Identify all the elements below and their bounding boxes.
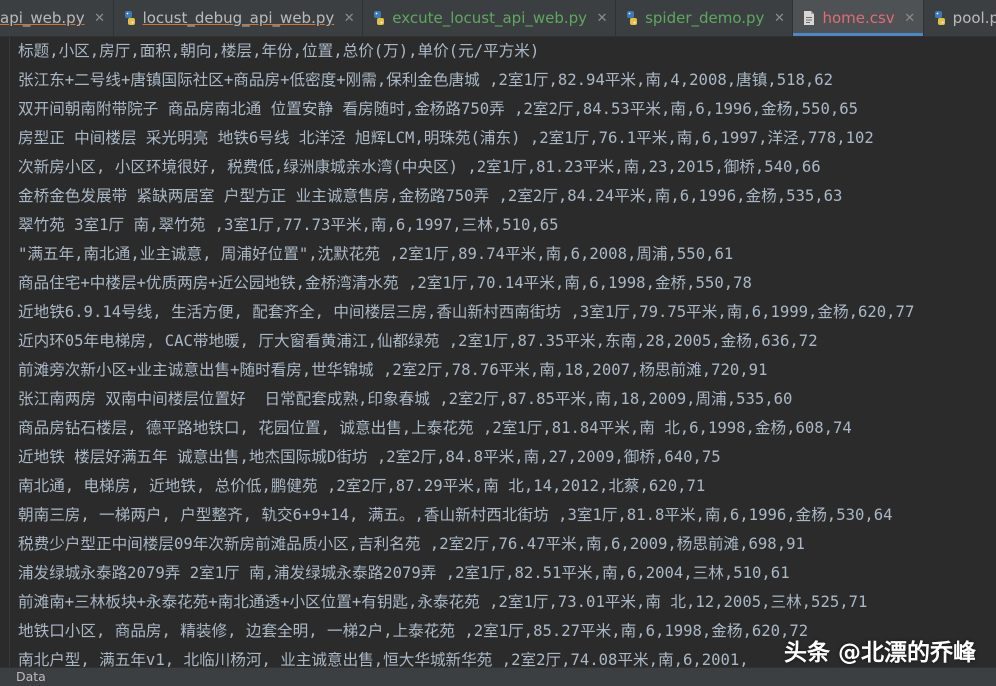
- gutter-divider: [9, 37, 10, 667]
- tab-home-csv[interactable]: home.csv ✕: [793, 0, 924, 36]
- csv-line[interactable]: 商品房钻石楼层, 德平路地铁口, 花园位置, 诚意出售,上泰花苑 ,2室1厅,8…: [18, 414, 996, 443]
- close-icon[interactable]: ✕: [772, 11, 786, 26]
- status-data-label[interactable]: Data: [16, 668, 46, 686]
- tab-label: locust_debug_api_web.py: [142, 9, 335, 27]
- csv-line[interactable]: 金桥金色发展带 紧缺两居室 户型方正 业主诚意售房,金杨路750弄 ,2室2厅,…: [18, 182, 996, 211]
- tab-label: home.csv: [822, 9, 895, 27]
- tab-excute_locust_api_web-py[interactable]: excute_locust_api_web.py ✕: [363, 0, 617, 36]
- csv-line[interactable]: 前滩旁次新小区+业主诚意出售+随时看房,世华锦城 ,2室2厅,78.76平米,南…: [18, 356, 996, 385]
- close-icon[interactable]: ✕: [342, 11, 356, 26]
- status-bar: Data: [0, 667, 996, 686]
- editor-tab-bar: api_web.py ✕ locust_debug_api_web.py ✕ excut…: [0, 0, 996, 37]
- tab-spider_demo-py[interactable]: spider_demo.py ✕: [616, 0, 794, 36]
- csv-line[interactable]: 张江东+二号线+唐镇国际社区+商品房+低密度+刚需,保利金色唐城 ,2室1厅,8…: [18, 66, 996, 95]
- tab-label: pool.py: [952, 9, 996, 27]
- csv-line[interactable]: 翠竹苑 3室1厅 南,翠竹苑 ,3室1厅,77.73平米,南,6,1997,三林…: [18, 211, 996, 240]
- python-file-icon: [374, 11, 385, 25]
- csv-line[interactable]: 次新房小区, 小区环境很好, 税费低,绿洲康城亲水湾(中央区) ,2室1厅,81…: [18, 153, 996, 182]
- close-icon[interactable]: ✕: [595, 11, 609, 26]
- csv-line[interactable]: 前滩南+三林板块+永泰花苑+南北通透+小区位置+有钥匙,永泰花苑 ,2室1厅,7…: [18, 588, 996, 617]
- python-file-icon: [934, 11, 945, 25]
- editor-lines: 标题,小区,房厅,面积,朝向,楼层,年份,位置,总价(万),单价(元/平方米) 张…: [18, 37, 996, 667]
- csv-line[interactable]: 房型正 中间楼层 采光明亮 地铁6号线 北洋泾 旭辉LCM,明珠苑(浦东) ,2…: [18, 124, 996, 153]
- python-file-icon: [124, 11, 135, 25]
- text-file-icon: [804, 11, 815, 25]
- csv-line[interactable]: 标题,小区,房厅,面积,朝向,楼层,年份,位置,总价(万),单价(元/平方米): [18, 37, 996, 66]
- tab-pool-py[interactable]: pool.py✕: [924, 0, 996, 36]
- csv-line[interactable]: 近地铁6.9.14号线, 生活方便, 配套齐全, 中间楼层三房,香山新村西南街坊…: [18, 298, 996, 327]
- tab-label: spider_demo.py: [645, 9, 765, 27]
- csv-line[interactable]: 浦发绿城永泰路2079弄 2室1厅 南,浦发绿城永泰路2079弄 ,2室1厅,8…: [18, 559, 996, 588]
- close-icon[interactable]: ✕: [93, 11, 107, 26]
- csv-line[interactable]: 南北通, 电梯房, 近地铁, 总价低,鹏健苑 ,2室2厅,87.29平米,南 北…: [18, 472, 996, 501]
- csv-line[interactable]: 商品住宅+中楼层+优质两房+近公园地铁,金桥湾清水苑 ,2室1厅,70.14平米…: [18, 269, 996, 298]
- watermark: 头条 @北漂的乔峰: [783, 640, 976, 666]
- csv-line[interactable]: "满五年,南北通,业主诚意, 周浦好位置",沈默花苑 ,2室1厅,89.74平米…: [18, 240, 996, 269]
- csv-line[interactable]: 近地铁 楼层好满五年 诚意出售,地杰国际城D街坊 ,2室2厅,84.8平米,南,…: [18, 443, 996, 472]
- csv-editor[interactable]: 标题,小区,房厅,面积,朝向,楼层,年份,位置,总价(万),单价(元/平方米) 张…: [0, 37, 996, 667]
- csv-line[interactable]: 张江南两房 双南中间楼层位置好 日常配套成熟,印象春城 ,2室2厅,87.85平…: [18, 385, 996, 414]
- tab-api_web-py[interactable]: api_web.py ✕: [0, 0, 114, 36]
- csv-line[interactable]: 双开间朝南附带院子 商品房南北通 位置安静 看房随时,金杨路750弄 ,2室2厅…: [18, 95, 996, 124]
- close-icon[interactable]: ✕: [903, 11, 917, 26]
- tab-label: api_web.py: [0, 9, 85, 27]
- csv-line[interactable]: 朝南三房, 一梯两户, 户型整齐, 轨交6+9+14, 满五。,香山新村西北街坊…: [18, 501, 996, 530]
- tab-locust_debug_api_web-py[interactable]: locust_debug_api_web.py ✕: [114, 0, 364, 36]
- tab-label: excute_locust_api_web.py: [392, 9, 588, 27]
- csv-line[interactable]: 税费少户型正中间楼层09年次新房前滩品质小区,吉利名苑 ,2室2厅,76.47平…: [18, 530, 996, 559]
- python-file-icon: [627, 11, 638, 25]
- csv-line[interactable]: 近内环05年电梯房, CAC带地暖, 厅大窗看黄浦江,仙都绿苑 ,2室1厅,87…: [18, 327, 996, 356]
